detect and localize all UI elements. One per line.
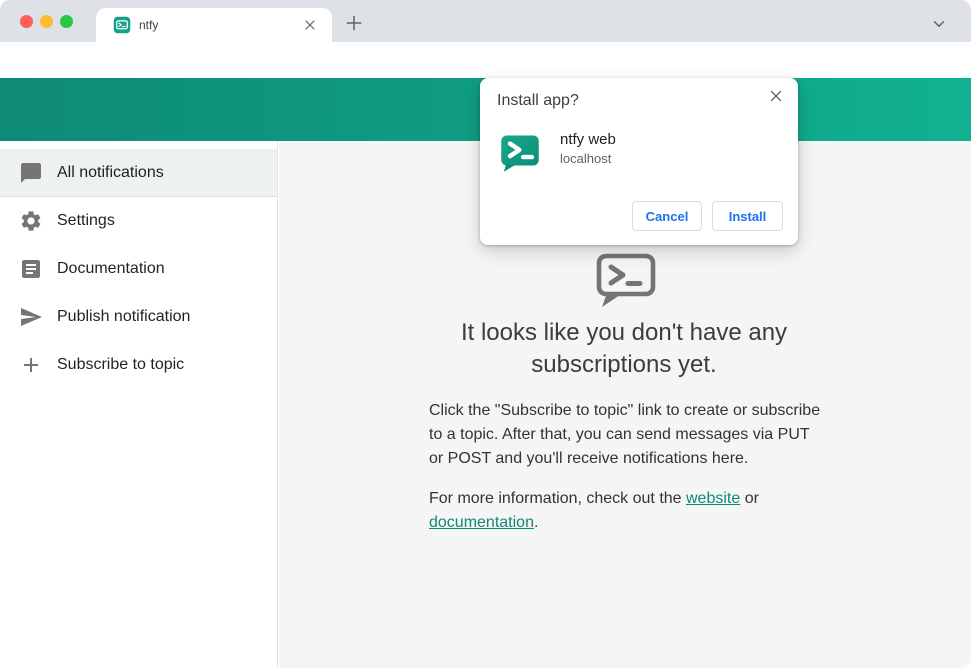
plus-icon: [24, 358, 38, 372]
tab-strip: ntfy: [0, 0, 971, 42]
sidebar-item-label: All notifications: [57, 163, 164, 181]
install-button[interactable]: Install: [712, 201, 783, 231]
sidebar-item-subscribe-to-topic[interactable]: Subscribe to topic: [0, 341, 277, 389]
sidebar-item-all-notifications[interactable]: All notifications: [0, 149, 277, 197]
sidebar-item-label: Subscribe to topic: [57, 356, 185, 373]
dialog-close-icon[interactable]: [767, 87, 785, 105]
install-app-dialog: Install app? ntfy web localhost Cancel I…: [480, 78, 798, 245]
tab-title: ntfy: [139, 18, 159, 32]
window-zoom-button[interactable]: [60, 15, 73, 28]
dialog-app-origin: localhost: [560, 151, 612, 166]
documentation-link[interactable]: documentation: [429, 514, 534, 531]
para2-suffix: .: [533, 514, 539, 531]
sidebar-item-label: Documentation: [57, 260, 165, 277]
empty-state-links-paragraph: For more information, check out the webs…: [429, 487, 823, 535]
send-icon: [21, 308, 42, 326]
sidebar-item-label: Settings: [57, 212, 115, 229]
new-tab-button[interactable]: [344, 13, 364, 33]
chat-icon: [21, 162, 41, 183]
window-minimize-button[interactable]: [40, 15, 53, 28]
ntfy-logo-gray-icon: [596, 253, 656, 307]
empty-state-heading: It looks like you don't have any subscri…: [460, 319, 788, 378]
dialog-title: Install app?: [497, 92, 579, 109]
cancel-button[interactable]: Cancel: [632, 201, 702, 231]
sidebar-item-publish-notification[interactable]: Publish notification: [0, 293, 277, 341]
browser-tab-ntfy[interactable]: ntfy: [96, 8, 332, 42]
ntfy-app-icon: [501, 135, 539, 172]
website-link[interactable]: website: [686, 490, 740, 507]
sidebar-item-settings[interactable]: Settings: [0, 197, 277, 245]
para2-prefix: For more information, check out the: [429, 490, 686, 507]
sidebar: All notifications Settings Documentation…: [0, 141, 278, 668]
browser-toolbar: localhost: [0, 42, 971, 116]
ntfy-favicon-icon: [113, 16, 131, 34]
tab-close-icon[interactable]: [302, 17, 318, 33]
gear-icon: [21, 211, 41, 231]
window-close-button[interactable]: [20, 15, 33, 28]
sidebar-item-label: Publish notification: [57, 308, 191, 325]
empty-state-paragraph: Click the "Subscribe to topic" link to c…: [429, 402, 821, 467]
browser-window: ntfy localhost: [0, 0, 971, 668]
para2-mid: or: [740, 490, 759, 507]
dialog-app-name: ntfy web: [560, 131, 616, 148]
sidebar-item-documentation[interactable]: Documentation: [0, 245, 277, 293]
article-icon: [22, 260, 40, 278]
tab-search-chevron-icon[interactable]: [930, 15, 948, 33]
empty-state-body: Click the "Subscribe to topic" link to c…: [429, 399, 823, 535]
